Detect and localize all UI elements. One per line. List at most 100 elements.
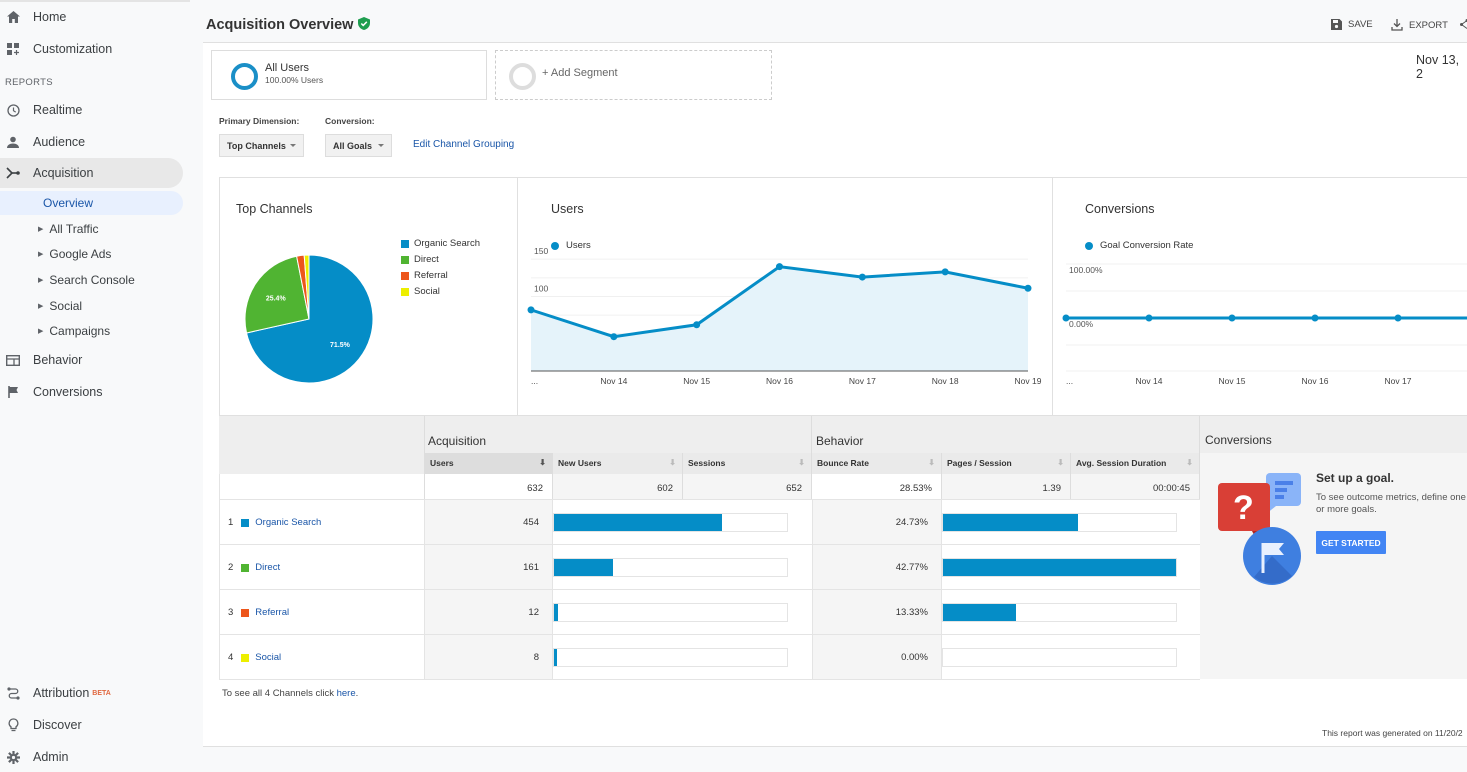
save-icon — [1331, 19, 1342, 30]
see-all-here-link[interactable]: here — [337, 688, 356, 699]
users-cell: 12 — [425, 590, 553, 634]
sort-desc-icon: ⬇ — [539, 458, 546, 467]
attribution-icon — [6, 686, 20, 700]
table-row: 2Direct 161 42.77% — [219, 544, 1200, 589]
sidebar-item-home[interactable]: Home — [0, 2, 66, 32]
channel-link[interactable]: Organic Search — [255, 517, 321, 528]
add-segment-button[interactable]: + Add Segment — [495, 50, 772, 100]
sidebar-item-discover[interactable]: Discover — [0, 710, 82, 740]
users-chart-panel: Users Users 15010050...Nov 14Nov 15Nov 1… — [518, 178, 1053, 417]
bounce-rate-bar-fill — [943, 514, 1078, 531]
sidebar-item-overview[interactable]: Overview — [0, 191, 183, 215]
save-button[interactable]: SAVE — [1331, 19, 1373, 30]
table-row: 1Organic Search 454 24.73% — [219, 499, 1200, 544]
row-label: 4Social — [228, 652, 281, 663]
sidebar-item-customization[interactable]: Customization — [0, 34, 112, 64]
sidebar-item-audience[interactable]: Audience — [0, 127, 85, 157]
channel-color-swatch — [241, 564, 249, 572]
users-point[interactable] — [528, 306, 535, 313]
channel-link[interactable]: Direct — [255, 562, 280, 573]
share-button[interactable] — [1460, 19, 1467, 30]
conversion-point[interactable] — [1395, 315, 1402, 322]
bounce-rate-cell: 24.73% — [812, 500, 942, 544]
segment-subtitle: 100.00% Users — [265, 75, 323, 85]
conversion-point[interactable] — [1312, 315, 1319, 322]
segment-ring-icon — [231, 63, 258, 90]
users-area — [531, 267, 1028, 371]
column-header-users[interactable]: Users⬇ — [425, 453, 553, 474]
column-header-pages-session[interactable]: Pages / Session⬇ — [942, 453, 1071, 474]
bottom-bar — [203, 746, 1467, 767]
total-new-users: 602 — [553, 474, 683, 499]
legend-item: Social — [401, 286, 440, 297]
sidebar-item-label: Acquisition — [33, 166, 93, 180]
svg-text:?: ? — [1233, 489, 1254, 527]
users-point[interactable] — [1025, 285, 1032, 292]
sidebar-item-acquisition[interactable]: Acquisition — [0, 158, 183, 188]
conversion-point[interactable] — [1146, 315, 1153, 322]
conversion-point[interactable] — [1063, 315, 1070, 322]
goal-setup-card: ? Set up a goal. To see outcome metrics,… — [1200, 453, 1467, 679]
flag-icon — [6, 385, 20, 399]
charts-row: Top Channels 71.5%25.4% Organic SearchDi… — [219, 177, 1467, 416]
lightbulb-icon — [6, 718, 20, 732]
sidebar-item-attribution[interactable]: Attribution BETA — [0, 678, 111, 708]
totals-label-cell — [219, 474, 425, 499]
sidebar-item-campaigns[interactable]: ▶ Campaigns — [0, 316, 110, 346]
export-label: EXPORT — [1409, 20, 1448, 31]
beta-badge: BETA — [92, 690, 111, 697]
x-tick-label: Nov 14 — [1136, 376, 1163, 386]
get-started-button[interactable]: GET STARTED — [1316, 531, 1386, 554]
sort-icon: ⬇ — [798, 458, 805, 467]
column-label: Avg. Session Duration — [1076, 458, 1166, 468]
legend-swatch — [401, 240, 409, 248]
sort-icon: ⬇ — [928, 458, 935, 467]
sidebar-item-conversions[interactable]: Conversions — [0, 377, 102, 407]
legend-label: Social — [414, 286, 440, 297]
sidebar-item-behavior[interactable]: Behavior — [0, 345, 82, 375]
see-all-channels-text: To see all 4 Channels click here. — [222, 688, 358, 699]
users-share-bar-fill — [554, 649, 557, 666]
column-header-new-users[interactable]: New Users⬇ — [553, 453, 683, 474]
export-button[interactable]: EXPORT — [1391, 19, 1448, 31]
bounce-rate-bar-fill — [943, 604, 1016, 621]
bounce-rate-bar — [942, 603, 1177, 622]
bounce-rate-bar — [942, 648, 1177, 667]
legend-swatch — [401, 256, 409, 264]
sidebar-item-label: Audience — [33, 135, 85, 149]
conversion-dropdown[interactable]: All Goals — [325, 134, 392, 157]
channel-link[interactable]: Social — [255, 652, 281, 663]
expand-arrow-icon: ▶ — [38, 327, 43, 335]
users-point[interactable] — [859, 274, 866, 281]
see-all-prefix: To see all 4 Channels click — [222, 688, 337, 699]
legend-item: Organic Search — [401, 238, 480, 249]
users-point[interactable] — [776, 263, 783, 270]
column-header-avg-session-duration[interactable]: Avg. Session Duration⬇ — [1071, 453, 1200, 474]
share-icon — [1460, 19, 1467, 30]
sidebar-item-label: All Traffic — [49, 222, 98, 236]
legend-label: Referral — [414, 270, 448, 281]
page-title: Acquisition Overview — [206, 17, 370, 33]
table-corner — [219, 416, 425, 474]
download-icon — [1391, 19, 1403, 31]
gear-icon — [6, 750, 20, 764]
row-rank: 2 — [228, 562, 233, 573]
x-tick-label: Nov 17 — [1385, 376, 1412, 386]
column-header-bounce-rate[interactable]: Bounce Rate⬇ — [812, 453, 942, 474]
conversion-point[interactable] — [1229, 315, 1236, 322]
row-rank: 1 — [228, 517, 233, 528]
primary-dimension-dropdown[interactable]: Top Channels — [219, 134, 304, 157]
users-point[interactable] — [693, 321, 700, 328]
pie-data-label: 25.4% — [266, 295, 287, 302]
edit-channel-grouping-link[interactable]: Edit Channel Grouping — [413, 139, 514, 150]
date-range-picker[interactable]: Nov 13, 2 — [1416, 53, 1467, 81]
sidebar-item-admin[interactable]: Admin — [0, 742, 68, 772]
conversion-rate-chart: 100.00%0.00%...Nov 14Nov 15Nov 16Nov 17 — [1053, 178, 1467, 417]
users-point[interactable] — [610, 333, 617, 340]
segment-all-users[interactable]: All Users 100.00% Users — [211, 50, 487, 100]
channel-link[interactable]: Referral — [255, 607, 289, 618]
users-point[interactable] — [942, 268, 949, 275]
bounce-rate-cell: 13.33% — [812, 590, 942, 634]
sidebar-item-realtime[interactable]: Realtime — [0, 95, 82, 125]
column-header-sessions[interactable]: Sessions⬇ — [683, 453, 812, 474]
